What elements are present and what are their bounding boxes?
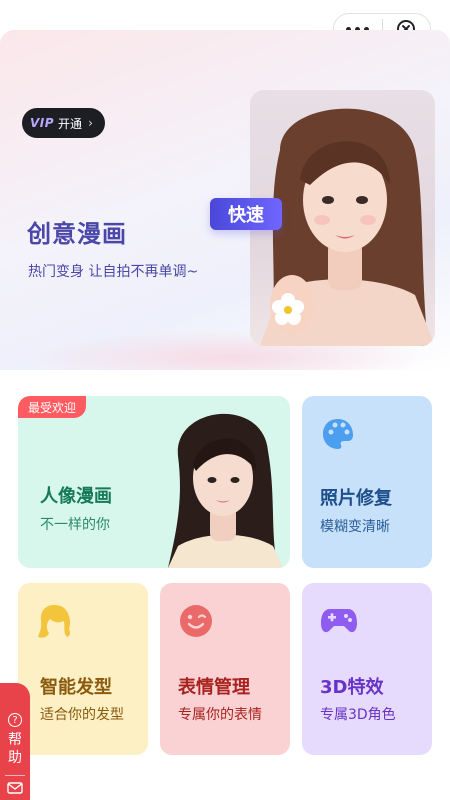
palette-icon xyxy=(323,419,353,449)
card-3d-effects[interactable]: 3D特效 专属3D角色 xyxy=(302,583,432,755)
vip-open-button[interactable]: VIP 开通 › xyxy=(22,108,105,138)
card-expression[interactable]: 表情管理 专属你的表情 xyxy=(160,583,290,755)
hair-icon xyxy=(38,605,71,638)
vip-label: 开通 xyxy=(58,116,83,131)
vip-logo: VIP xyxy=(30,116,55,130)
card-subtitle: 模糊变清晰 xyxy=(320,519,390,535)
popular-badge: 最受欢迎 xyxy=(18,396,87,418)
card-title: 表情管理 xyxy=(178,677,250,698)
card-smart-hairstyle[interactable]: 智能发型 适合你的发型 xyxy=(18,583,148,755)
card-subtitle: 适合你的发型 xyxy=(40,707,124,723)
mail-icon[interactable] xyxy=(7,782,23,794)
portrait-card-image xyxy=(168,413,283,568)
card-portrait-comic[interactable]: 最受欢迎 人像漫画 不一样的你 xyxy=(18,396,290,568)
question-icon: ? xyxy=(8,713,22,727)
help-tab[interactable]: ? 帮助 xyxy=(0,683,30,800)
card-title: 智能发型 xyxy=(40,677,112,698)
card-photo-restore[interactable]: 照片修复 模糊变清晰 xyxy=(302,396,432,568)
hero-subtitle: 热门变身 让自拍不再单调~ xyxy=(28,264,199,280)
card-title: 人像漫画 xyxy=(40,486,112,507)
fast-tag: 快速 xyxy=(210,198,282,230)
gamepad-icon xyxy=(321,609,357,633)
card-subtitle: 不一样的你 xyxy=(40,517,110,533)
card-title: 照片修复 xyxy=(320,488,392,509)
smile-icon xyxy=(180,605,212,637)
card-subtitle: 专属3D角色 xyxy=(320,707,396,723)
hero-title: 创意漫画 xyxy=(27,220,127,248)
card-title: 3D特效 xyxy=(320,677,384,698)
help-label: 帮助 xyxy=(8,732,22,766)
chevron-right-icon: › xyxy=(88,116,93,130)
help-divider xyxy=(5,775,25,776)
card-subtitle: 专属你的表情 xyxy=(178,707,262,723)
